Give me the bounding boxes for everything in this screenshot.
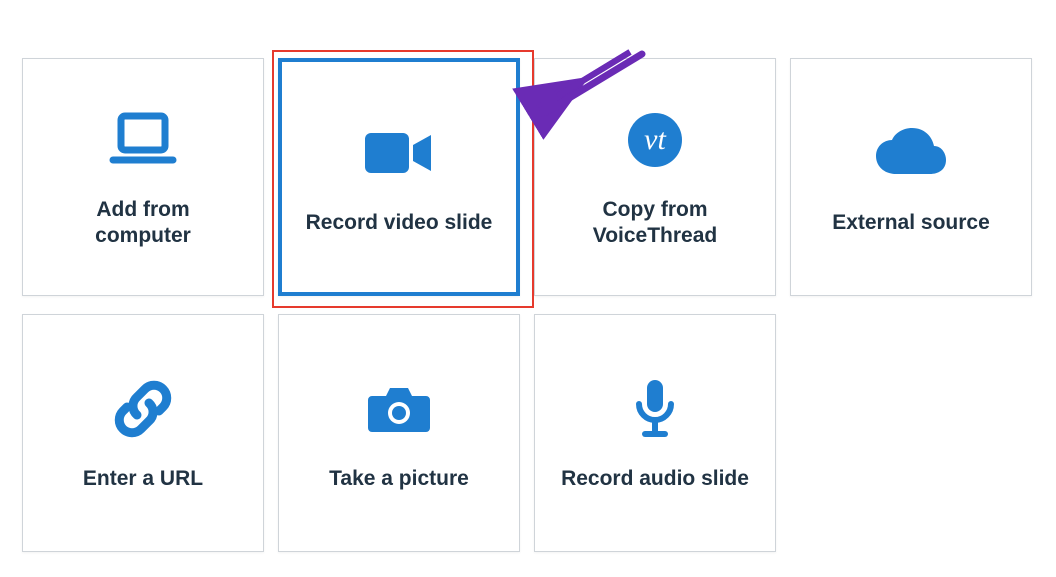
tile-label: Add from computer xyxy=(47,197,239,250)
vt-icon: vt xyxy=(628,105,682,175)
svg-text:vt: vt xyxy=(644,123,666,156)
microphone-icon xyxy=(633,374,677,444)
tile-label: Copy from VoiceThread xyxy=(559,197,751,250)
tile-record-video[interactable]: Record video slide xyxy=(278,58,520,296)
tile-record-audio[interactable]: Record audio slide xyxy=(534,314,776,552)
tile-label: Enter a URL xyxy=(47,466,239,492)
tile-label: Take a picture xyxy=(303,466,495,492)
cloud-icon xyxy=(874,118,948,188)
tile-external-source[interactable]: External source xyxy=(790,58,1032,296)
tile-label: Record audio slide xyxy=(559,466,751,492)
laptop-icon xyxy=(109,105,177,175)
tile-label: External source xyxy=(815,210,1007,236)
camera-icon xyxy=(368,374,430,444)
tile-add-from-computer[interactable]: Add from computer xyxy=(22,58,264,296)
video-icon xyxy=(363,118,435,188)
tile-label: Record video slide xyxy=(305,210,492,236)
link-icon xyxy=(113,374,173,444)
tile-take-picture[interactable]: Take a picture xyxy=(278,314,520,552)
options-grid: Add from computer Record video slide vt … xyxy=(22,58,1032,552)
tile-copy-voicethread[interactable]: vt Copy from VoiceThread xyxy=(534,58,776,296)
tile-enter-url[interactable]: Enter a URL xyxy=(22,314,264,552)
